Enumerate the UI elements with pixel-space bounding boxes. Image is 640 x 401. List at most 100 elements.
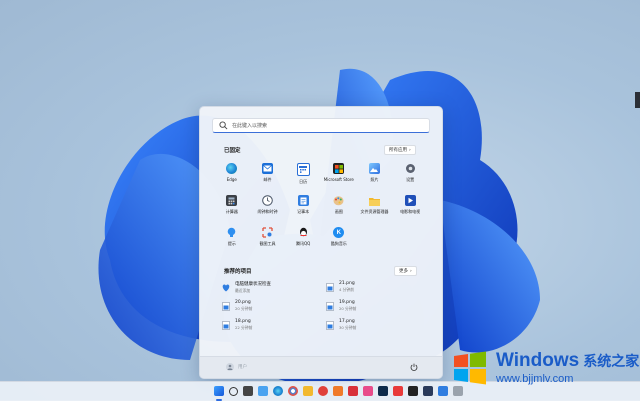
app-label: 文件资源管理器: [360, 209, 389, 214]
search-placeholder: 在此键入以搜索: [232, 123, 268, 129]
start-menu: 在此键入以搜索 已固定 所有应用 › Edge 邮件 日历 Microsoft …: [199, 106, 443, 379]
kugou-icon: K: [333, 227, 345, 238]
search-icon[interactable]: [229, 387, 238, 396]
app-icon-red[interactable]: [318, 386, 328, 396]
app-label: 截图工具: [259, 241, 276, 246]
app-label: 电影和电视: [400, 209, 421, 214]
image-file-icon: [326, 301, 334, 311]
recommended-item-name: 17.png: [339, 319, 355, 324]
pinned-app-file-explorer[interactable]: 文件资源管理器: [357, 195, 393, 218]
image-file-icon: [222, 301, 230, 311]
pinned-app-qq[interactable]: 腾讯QQ: [285, 227, 321, 250]
chevron-right-icon: ›: [409, 147, 411, 153]
all-apps-button[interactable]: 所有应用 ›: [384, 145, 416, 155]
app-label: 计算器: [225, 209, 238, 214]
pinned-app-calendar[interactable]: 日历: [285, 163, 321, 186]
settings-icon: [405, 163, 416, 174]
folder-icon[interactable]: [303, 386, 313, 396]
pinned-app-mail[interactable]: 邮件: [250, 163, 286, 186]
recommended-item-detail: 20 分钟前: [235, 306, 253, 311]
browser-icon[interactable]: [288, 386, 298, 396]
pinned-app-calculator[interactable]: 计算器: [214, 195, 250, 218]
app-icon-navy[interactable]: [423, 386, 433, 396]
photos-icon: [368, 163, 380, 174]
pinned-app-tips[interactable]: 提示: [214, 227, 250, 250]
pinned-app-snipping[interactable]: 截图工具: [250, 227, 286, 250]
edge-tab[interactable]: [635, 92, 640, 108]
edge-icon: [226, 163, 238, 174]
qq-icon: [298, 227, 309, 238]
calendar-icon: [296, 163, 310, 176]
clock-icon: [262, 195, 273, 206]
app-label: 闹钟和时钟: [257, 209, 278, 214]
app-icon-gray[interactable]: [453, 386, 463, 396]
recommended-item[interactable]: 17.png 30 分钟前: [326, 319, 422, 331]
recommended-item-name: 电脑健康状况检查: [235, 281, 271, 287]
recommended-list: 电脑健康状况检查 最近添加 21.png 4 分钟前 20.png 20 分钟前 19…: [222, 281, 422, 331]
edge-icon[interactable]: [273, 386, 283, 396]
pinned-apps-grid: Edge 邮件 日历 Microsoft Store 照片 设置 计算器 闹钟和…: [214, 163, 428, 250]
search-box[interactable]: 在此键入以搜索: [212, 118, 430, 133]
recommended-item[interactable]: 18.png 22 分钟前: [222, 319, 318, 331]
app-label: 日历: [299, 179, 308, 184]
app-icon-red-2[interactable]: [348, 386, 358, 396]
start-icon[interactable]: [214, 386, 224, 396]
recommended-item-detail: 22 分钟前: [235, 325, 253, 330]
app-label: 画图: [334, 209, 343, 214]
recommended-item[interactable]: 19.png 20 分钟前: [326, 300, 422, 312]
windows-logo-icon: [454, 351, 486, 384]
user-account-button[interactable]: 用户: [226, 363, 247, 371]
pinned-app-edge[interactable]: Edge: [214, 163, 250, 186]
folder-icon: [368, 195, 380, 206]
power-icon[interactable]: [410, 363, 418, 371]
watermark-cn: 系统之家: [583, 354, 640, 370]
task-view-icon[interactable]: [243, 386, 253, 396]
app-label: 设置: [406, 177, 415, 182]
pinned-app-notepad[interactable]: 记事本: [285, 195, 321, 218]
app-icon-blue[interactable]: [438, 386, 448, 396]
search-icon: [219, 121, 228, 130]
watermark-brand: Windows: [496, 350, 580, 371]
app-label: Microsoft Store: [323, 177, 354, 182]
mail-icon: [261, 163, 273, 174]
calculator-icon: [226, 195, 238, 206]
app-icon-red-3[interactable]: [393, 386, 403, 396]
app-label: Edge: [226, 177, 237, 182]
movies-icon: [404, 195, 416, 206]
app-label: 记事本: [297, 209, 310, 214]
recommended-item-name: 21.png: [339, 281, 355, 286]
app-icon-pink[interactable]: [363, 386, 373, 396]
widgets-icon[interactable]: [258, 386, 268, 396]
recommended-item-name: 19.png: [339, 300, 355, 305]
pinned-title: 已固定: [224, 148, 241, 154]
recommended-item-name: 18.png: [235, 319, 251, 324]
image-file-icon: [326, 282, 334, 292]
recommended-item[interactable]: 电脑健康状况检查 最近添加: [222, 281, 318, 293]
pinned-app-kugou[interactable]: K 酷狗音乐: [321, 227, 357, 250]
store-icon: [333, 163, 345, 174]
user-icon: [227, 364, 233, 370]
pinned-app-photos[interactable]: 照片: [357, 163, 393, 186]
watermark: Windows 系统之家 www.bjjmlv.com: [452, 350, 639, 385]
recommended-item-detail: 30 分钟前: [339, 325, 357, 330]
photoshop-icon[interactable]: [378, 386, 388, 396]
recommended-item-detail: 4 分钟前: [339, 287, 355, 292]
app-icon-orange[interactable]: [333, 386, 343, 396]
pinned-app-settings[interactable]: 设置: [392, 163, 428, 186]
watermark-text: Windows 系统之家 www.bjjmlv.com: [496, 350, 639, 385]
notepad-icon: [297, 195, 309, 206]
recommended-title: 推荐的项目: [224, 269, 252, 275]
user-name: 用户: [238, 365, 247, 370]
pinned-app-paint[interactable]: 画图: [321, 195, 357, 218]
pinned-app-clock[interactable]: 闹钟和时钟: [250, 195, 286, 218]
recommended-item[interactable]: 21.png 4 分钟前: [326, 281, 422, 293]
more-label: 更多: [399, 269, 408, 274]
pinned-app-movies[interactable]: 电影和电视: [392, 195, 428, 218]
recommended-item-detail: 20 分钟前: [339, 306, 357, 311]
app-icon-dark[interactable]: [408, 386, 418, 396]
more-button[interactable]: 更多 ›: [394, 266, 417, 276]
recommended-item-name: 20.png: [235, 300, 251, 305]
pinned-app-store[interactable]: Microsoft Store: [321, 163, 357, 186]
recommended-item[interactable]: 20.png 20 分钟前: [222, 300, 318, 312]
image-file-icon: [222, 320, 230, 330]
